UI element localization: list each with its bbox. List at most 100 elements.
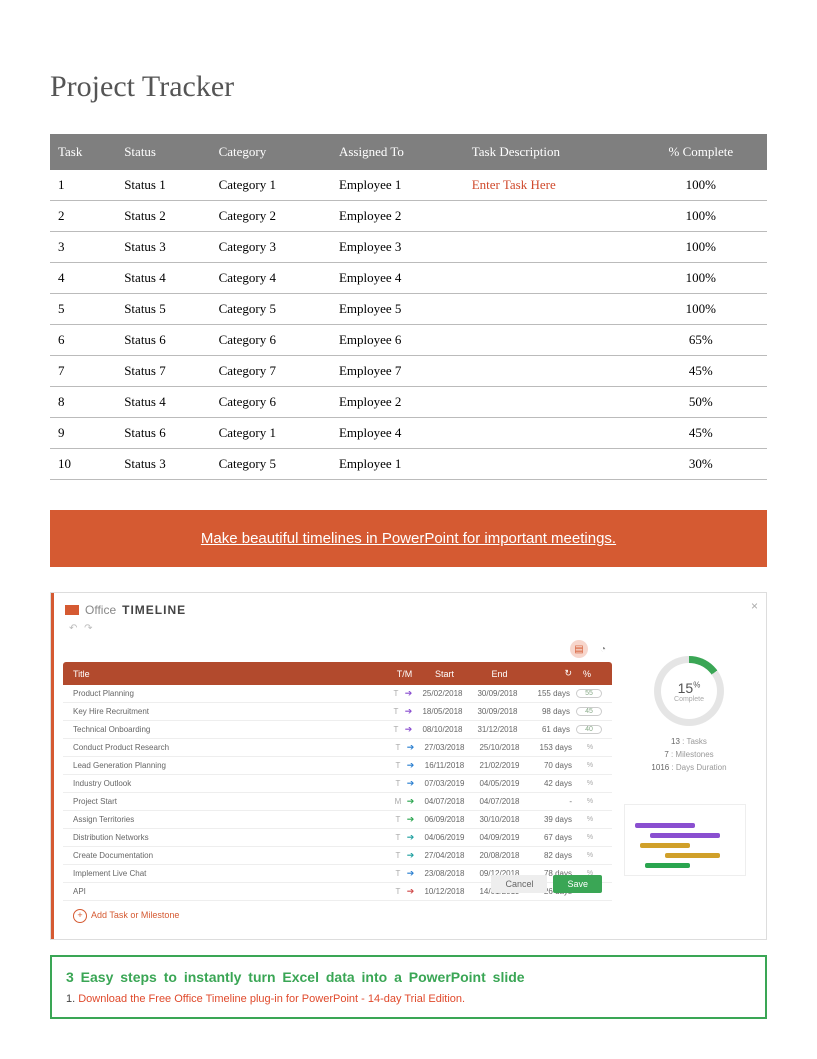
save-button[interactable]: Save xyxy=(553,875,602,893)
table-row: 10Status 3Category 5Employee 130% xyxy=(50,449,767,480)
cell-category: Category 6 xyxy=(211,325,331,356)
ot-task-type: T xyxy=(392,833,404,842)
ot-duration: - xyxy=(527,797,572,806)
close-icon[interactable]: × xyxy=(751,599,758,613)
ot-end-date: 04/05/2019 xyxy=(472,779,527,788)
ot-task-title: Conduct Product Research xyxy=(73,743,392,752)
col-desc: Task Description xyxy=(464,134,635,170)
ot-table-header: Title T/M Start End ↻ % xyxy=(63,662,612,685)
cell-task: 9 xyxy=(50,418,116,449)
ot-task-row[interactable]: Project StartM➔04/07/201804/07/2018-% xyxy=(63,793,612,811)
ot-task-type: M xyxy=(392,797,404,806)
ot-task-type: T xyxy=(390,725,402,734)
ot-task-row[interactable]: Conduct Product ResearchT➔27/03/201825/1… xyxy=(63,739,612,757)
promo-banner[interactable]: Make beautiful timelines in PowerPoint f… xyxy=(50,510,767,567)
cell-desc xyxy=(464,387,635,418)
ot-end-date: 21/02/2019 xyxy=(472,761,527,770)
ot-start-date: 27/03/2018 xyxy=(417,743,472,752)
table-row: 4Status 4Category 4Employee 4100% xyxy=(50,263,767,294)
cell-status: Status 3 xyxy=(116,232,210,263)
ot-start-date: 06/09/2018 xyxy=(417,815,472,824)
gantt-thumbnail xyxy=(624,804,746,876)
cell-desc xyxy=(464,294,635,325)
instructions-step-1: 1. Download the Free Office Timeline plu… xyxy=(66,993,751,1005)
arrow-icon: ➔ xyxy=(404,868,417,879)
ot-start-date: 07/03/2019 xyxy=(417,779,472,788)
ot-end-date: 30/09/2018 xyxy=(470,707,525,716)
cell-status: Status 4 xyxy=(116,263,210,294)
cell-task: 2 xyxy=(50,201,116,232)
ot-task-type: T xyxy=(392,887,404,896)
ot-task-row[interactable]: Create DocumentationT➔27/04/201820/08/20… xyxy=(63,847,612,865)
cell-status: Status 6 xyxy=(116,325,210,356)
ot-end-date: 20/08/2018 xyxy=(472,851,527,860)
ot-col-tm: T/M xyxy=(392,669,417,679)
cancel-button[interactable]: Cancel xyxy=(491,875,547,893)
table-row: 8Status 4Category 6Employee 250% xyxy=(50,387,767,418)
ot-task-row[interactable]: Distribution NetworksT➔04/06/201904/09/2… xyxy=(63,829,612,847)
ot-task-title: Create Documentation xyxy=(73,851,392,860)
undo-icon[interactable]: ↶ xyxy=(69,623,77,634)
ot-task-type: T xyxy=(390,689,402,698)
ot-duration: 70 days xyxy=(527,761,572,770)
cell-status: Status 5 xyxy=(116,294,210,325)
cell-pct: 100% xyxy=(635,232,767,263)
ot-task-row[interactable]: Technical OnboardingT➔08/10/201831/12/20… xyxy=(63,721,612,739)
table-header-row: Task Status Category Assigned To Task De… xyxy=(50,134,767,170)
cell-assigned: Employee 7 xyxy=(331,356,464,387)
cell-status: Status 6 xyxy=(116,418,210,449)
cell-pct: 100% xyxy=(635,170,767,201)
ot-duration: 67 days xyxy=(527,833,572,842)
arrow-icon: ➔ xyxy=(404,742,417,753)
ot-task-title: API xyxy=(73,887,392,896)
ot-start-date: 16/11/2018 xyxy=(417,761,472,770)
arrow-icon: ➔ xyxy=(404,886,417,897)
cell-task: 7 xyxy=(50,356,116,387)
ot-task-row[interactable]: Product PlanningT➔25/02/201830/09/201815… xyxy=(63,685,612,703)
ot-task-row[interactable]: Industry OutlookT➔07/03/201904/05/201942… xyxy=(63,775,612,793)
ot-task-row[interactable]: Lead Generation PlanningT➔16/11/201821/0… xyxy=(63,757,612,775)
ot-task-type: T xyxy=(392,815,404,824)
cell-task: 4 xyxy=(50,263,116,294)
office-timeline-logo-icon xyxy=(65,605,79,615)
cell-category: Category 5 xyxy=(211,449,331,480)
col-category: Category xyxy=(211,134,331,170)
redo-icon[interactable]: ↷ xyxy=(84,623,92,634)
table-row: 1Status 1Category 1Employee 1Enter Task … xyxy=(50,170,767,201)
col-assigned: Assigned To xyxy=(331,134,464,170)
ot-col-title: Title xyxy=(73,669,392,679)
ot-task-type: T xyxy=(390,707,402,716)
cell-task: 1 xyxy=(50,170,116,201)
clock-icon[interactable]: ◔ xyxy=(594,640,612,658)
cell-desc: Enter Task Here xyxy=(464,170,635,201)
ot-start-date: 04/07/2018 xyxy=(417,797,472,806)
cell-desc xyxy=(464,201,635,232)
cell-task: 6 xyxy=(50,325,116,356)
list-view-icon[interactable]: ▤ xyxy=(570,640,588,658)
cell-desc xyxy=(464,263,635,294)
ot-task-row[interactable]: Key Hire RecruitmentT➔18/05/201830/09/20… xyxy=(63,703,612,721)
cell-assigned: Employee 5 xyxy=(331,294,464,325)
ot-start-date: 04/06/2019 xyxy=(417,833,472,842)
ot-col-end: End xyxy=(472,669,527,679)
accent-bar xyxy=(51,593,54,939)
ot-task-title: Industry Outlook xyxy=(73,779,392,788)
ot-task-type: T xyxy=(392,869,404,878)
ot-col-dur: ↻ xyxy=(527,668,572,679)
ot-task-row[interactable]: Assign TerritoriesT➔06/09/201830/10/2018… xyxy=(63,811,612,829)
instructions-heading: 3 Easy steps to instantly turn Excel dat… xyxy=(66,969,751,985)
ot-duration: 42 days xyxy=(527,779,572,788)
arrow-icon: ➔ xyxy=(404,796,417,807)
ot-duration: 82 days xyxy=(527,851,572,860)
cell-category: Category 6 xyxy=(211,387,331,418)
ot-duration: 155 days xyxy=(525,689,570,698)
cell-assigned: Employee 1 xyxy=(331,449,464,480)
add-task-button[interactable]: +Add Task or Milestone xyxy=(63,901,612,931)
cell-category: Category 7 xyxy=(211,356,331,387)
ot-task-title: Key Hire Recruitment xyxy=(73,707,390,716)
brand-timeline: TIMELINE xyxy=(122,603,186,617)
cell-assigned: Employee 2 xyxy=(331,201,464,232)
stat-line: 1016 : Days Duration xyxy=(624,762,754,775)
arrow-icon: ➔ xyxy=(402,724,415,735)
download-link[interactable]: Download the Free Office Timeline plug-i… xyxy=(78,993,465,1005)
